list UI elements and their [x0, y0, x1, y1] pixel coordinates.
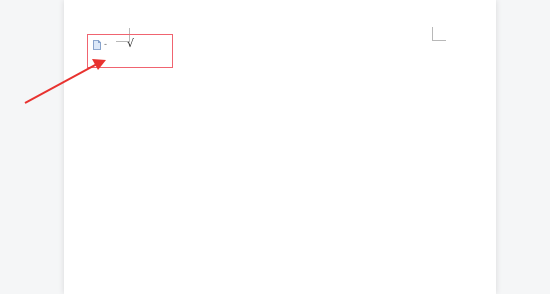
margin-corner-top-right-vertical [432, 27, 433, 41]
document-workspace: - √ [0, 0, 550, 294]
highlight-box [87, 34, 173, 68]
margin-corner-top-right-horizontal [432, 40, 446, 41]
